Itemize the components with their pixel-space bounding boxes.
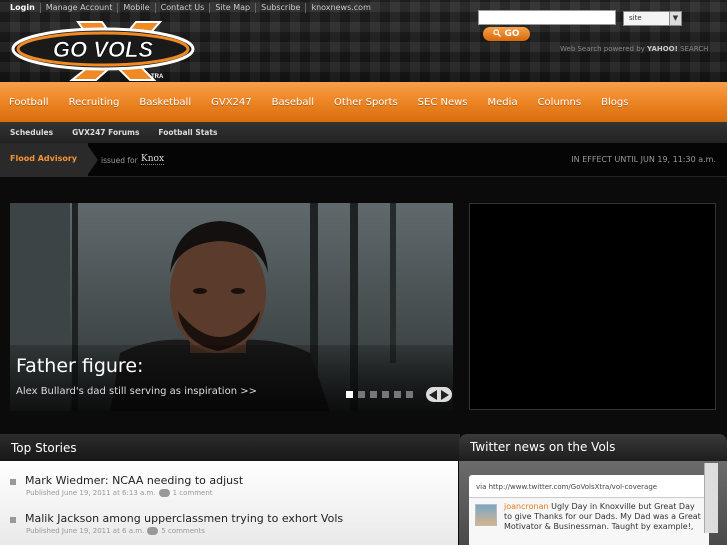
govolsxtra-logo[interactable]: GO VOLS TRA	[10, 20, 196, 82]
ad-placeholder	[469, 203, 716, 410]
powered-by-suffix: SEARCH	[680, 45, 709, 53]
slide-dot-5[interactable]	[394, 391, 401, 398]
slide-dot-2[interactable]	[358, 391, 365, 398]
site-header: Login Manage Account Mobile Contact Us S…	[0, 0, 727, 82]
bullet-icon	[10, 517, 16, 523]
contact-us-link[interactable]: Contact Us	[156, 3, 211, 13]
yahoo-logo: YAHOO!	[647, 45, 678, 53]
bullet-icon	[10, 479, 16, 485]
top-stories-list: Mark Wiedmer: NCAA needing to adjust Pub…	[0, 461, 458, 545]
subnav-gvx247-forums[interactable]: GVX247 Forums	[72, 128, 139, 137]
twitter-header: Twitter news on the Vols	[459, 434, 727, 461]
slide-dot-6[interactable]	[406, 391, 413, 398]
twitter-scrollbar[interactable]	[704, 463, 718, 533]
hero-slideshow[interactable]: Father figure: Alex Bullard's dad still …	[10, 203, 453, 411]
nav-recruiting[interactable]: Recruiting	[69, 97, 120, 108]
search-icon	[493, 28, 502, 40]
top-links: Login Manage Account Mobile Contact Us S…	[6, 1, 376, 15]
tweet: joancronan Ugly Day in Knoxville but Gre…	[469, 497, 709, 545]
nav-columns[interactable]: Columns	[538, 97, 582, 108]
knoxnews-link[interactable]: knoxnews.com	[306, 3, 375, 13]
search-scope-value: site	[629, 14, 642, 22]
twitter-via-link[interactable]: via http://www.twitter.com/GoVolsXtra/vo…	[476, 483, 657, 491]
flood-advisory-bar: Flood Advisory issued for Knox IN EFFECT…	[0, 143, 727, 177]
page: Login Manage Account Mobile Contact Us S…	[0, 0, 727, 545]
slide-indicators	[346, 391, 413, 398]
prev-arrow-icon[interactable]	[429, 385, 438, 404]
story-meta: Published June 19, 2011 at 6 a.m. 5 comm…	[26, 527, 205, 535]
twitter-panel: via http://www.twitter.com/GoVolsXtra/vo…	[459, 461, 727, 545]
advisory-issued-for: issued for	[101, 156, 138, 165]
story-meta: Published June 19, 2011 at 6:13 a.m. 1 c…	[26, 489, 213, 497]
nav-blogs[interactable]: Blogs	[601, 97, 628, 108]
login-link[interactable]: Login	[6, 3, 41, 13]
logo-badge-sub: TRA	[151, 74, 164, 80]
advisory-effect-time: IN EFFECT UNTIL JUN 19, 11:30 a.m.	[571, 155, 716, 164]
comment-icon	[158, 489, 170, 497]
hero-title[interactable]: Father figure:	[16, 355, 143, 377]
story-comments-link[interactable]: 1 comment	[173, 489, 213, 497]
story-headline-link[interactable]: Malik Jackson among upperclassmen trying…	[25, 512, 343, 525]
top-stories-title: Top Stories	[11, 441, 77, 455]
subscribe-link[interactable]: Subscribe	[256, 3, 307, 13]
story-published: Published June 19, 2011 at 6:13 a.m.	[26, 489, 156, 497]
powered-by: Web Search powered by YAHOO! SEARCH	[560, 45, 708, 53]
nav-football[interactable]: Football	[9, 97, 49, 108]
subnav-schedules[interactable]: Schedules	[10, 128, 53, 137]
powered-by-prefix: Web Search powered by	[560, 45, 645, 53]
nav-other-sports[interactable]: Other Sports	[334, 97, 398, 108]
advisory-label[interactable]: Flood Advisory	[10, 154, 77, 163]
nav-sec-news[interactable]: SEC News	[418, 97, 468, 108]
nav-baseball[interactable]: Baseball	[272, 97, 314, 108]
story-published: Published June 19, 2011 at 6 a.m.	[26, 527, 145, 535]
mobile-link[interactable]: Mobile	[118, 3, 156, 13]
avatar[interactable]	[475, 504, 497, 526]
search-go-label: GO	[504, 29, 520, 39]
manage-account-link[interactable]: Manage Account	[41, 3, 119, 13]
twitter-widget: via http://www.twitter.com/GoVolsXtra/vo…	[469, 475, 709, 545]
advisory-place[interactable]: Knox	[141, 154, 165, 165]
site-map-link[interactable]: Site Map	[210, 3, 257, 13]
tweet-user-link[interactable]: joancronan	[504, 502, 549, 511]
chevron-down-icon: ▼	[669, 12, 681, 25]
logo-text: GO VOLS	[53, 37, 154, 62]
slide-dot-4[interactable]	[382, 391, 389, 398]
slide-dot-3[interactable]	[370, 391, 377, 398]
main-nav: Football Recruiting Basketball GVX247 Ba…	[0, 82, 727, 122]
search-go-button[interactable]: GO	[483, 27, 530, 41]
hero-subtitle-link[interactable]: Alex Bullard's dad still serving as insp…	[16, 386, 257, 397]
tweet-text: joancronan Ugly Day in Knoxville but Gre…	[504, 502, 704, 532]
slide-arrows	[426, 387, 452, 402]
sub-nav: Schedules GVX247 Forums Football Stats	[0, 122, 727, 143]
search-input[interactable]	[478, 10, 616, 25]
top-stories-header: Top Stories	[0, 434, 460, 461]
nav-media[interactable]: Media	[488, 97, 518, 108]
story-headline-link[interactable]: Mark Wiedmer: NCAA needing to adjust	[25, 474, 243, 487]
subnav-football-stats[interactable]: Football Stats	[158, 128, 217, 137]
twitter-title: Twitter news on the Vols	[470, 440, 616, 454]
next-arrow-icon[interactable]	[440, 385, 449, 404]
nav-gvx247[interactable]: GVX247	[211, 97, 252, 108]
search-scope-select[interactable]: site ▼	[623, 11, 682, 26]
nav-basketball[interactable]: Basketball	[139, 97, 191, 108]
story-comments-link[interactable]: 5 comments	[161, 527, 205, 535]
comment-icon	[147, 527, 159, 535]
slide-dot-1[interactable]	[346, 391, 353, 398]
